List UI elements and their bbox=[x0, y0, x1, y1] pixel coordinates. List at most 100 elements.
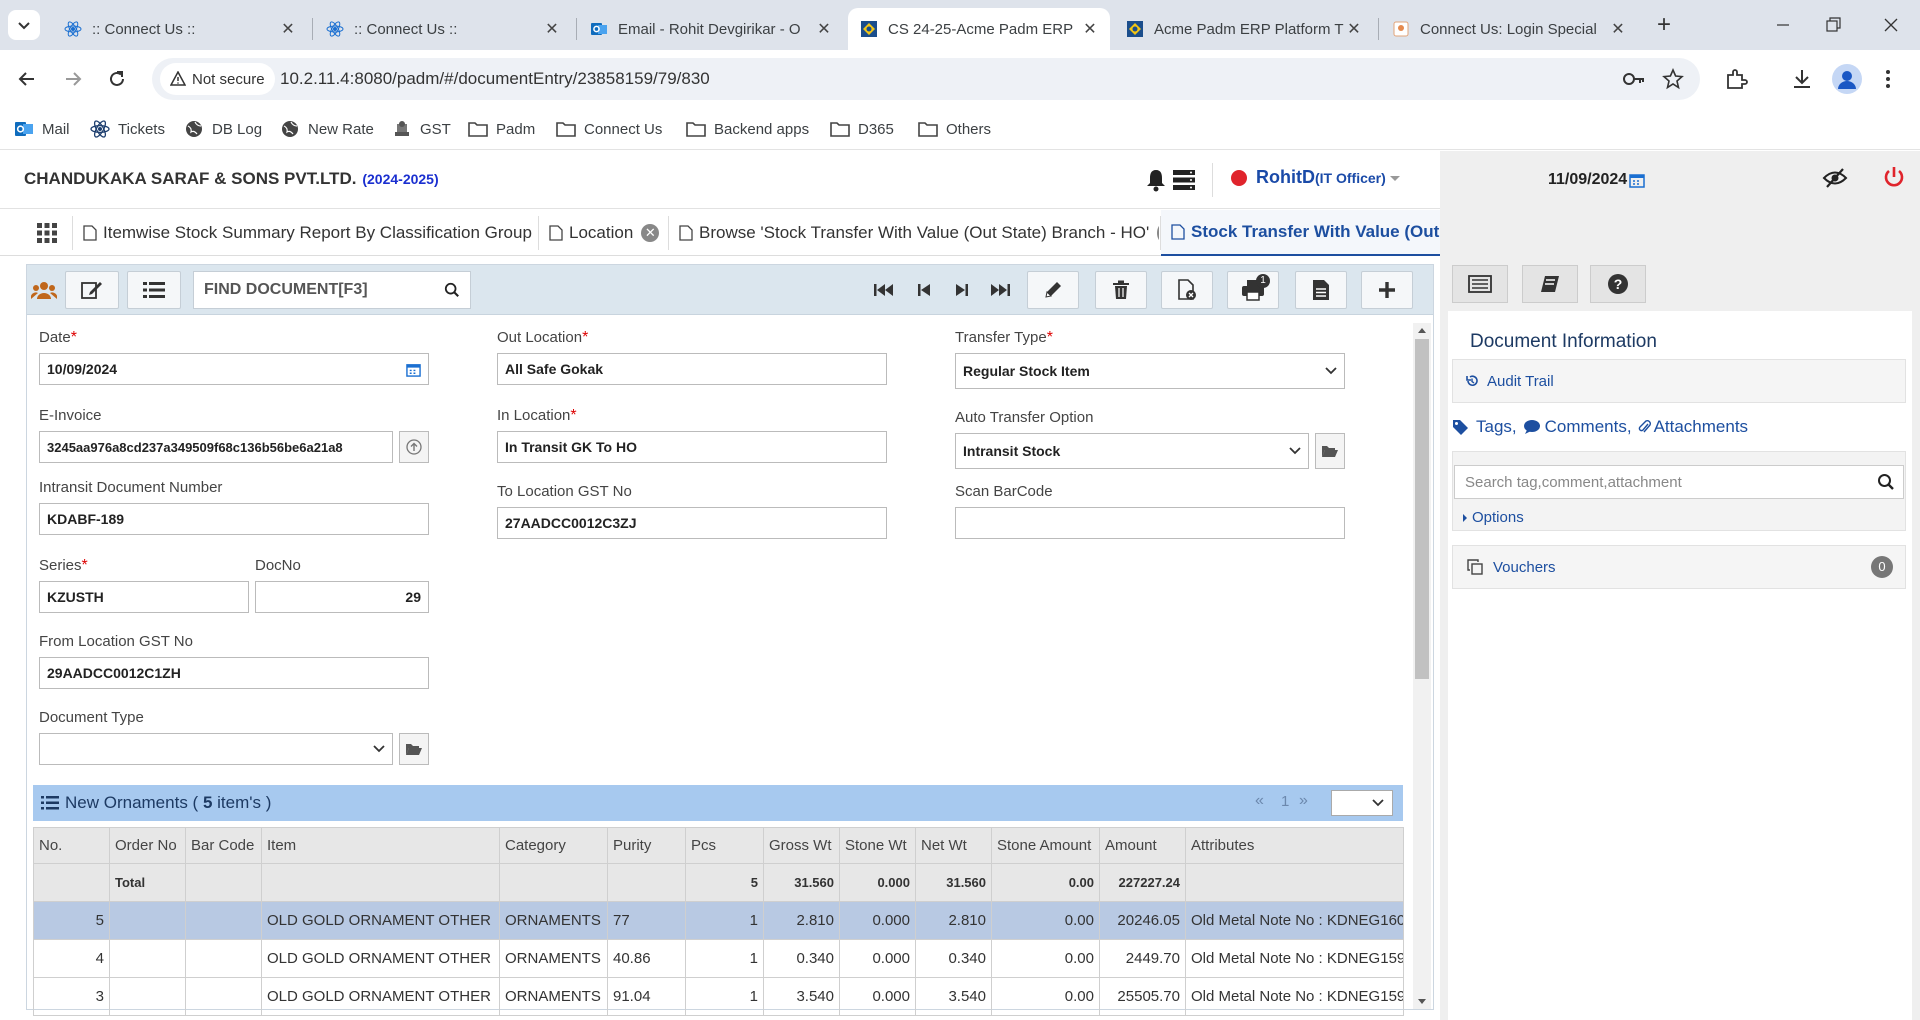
find-document-input[interactable]: FIND DOCUMENT[F3] bbox=[193, 271, 471, 309]
notifications-button[interactable] bbox=[1145, 168, 1167, 192]
table-row[interactable]: 5 OLD GOLD ORNAMENT OTHER ORNAMENTS 77 1… bbox=[33, 901, 1404, 940]
column-header[interactable]: Item bbox=[261, 827, 500, 864]
column-header[interactable]: Stone Amount bbox=[991, 827, 1100, 864]
close-doc-tab-icon[interactable]: ✕ bbox=[1157, 224, 1159, 242]
close-tab-icon[interactable]: ✕ bbox=[1346, 19, 1362, 39]
einvoice-input[interactable]: 3245aa976a8cd237a349509f68c136b56be6a21a… bbox=[39, 431, 393, 463]
edit-entry-button[interactable] bbox=[65, 271, 119, 309]
series-input[interactable]: KZUSTH bbox=[39, 581, 249, 613]
column-header[interactable]: Bar Code bbox=[185, 827, 262, 864]
close-tab-icon[interactable]: ✕ bbox=[1082, 19, 1098, 39]
pager-page-1[interactable]: 1 bbox=[1281, 793, 1289, 810]
minimize-button[interactable] bbox=[1768, 14, 1798, 36]
apps-grid-button[interactable] bbox=[36, 222, 58, 244]
column-header[interactable]: Net Wt bbox=[915, 827, 992, 864]
add-new-button[interactable] bbox=[1361, 271, 1413, 309]
column-header[interactable]: Attributes bbox=[1185, 827, 1404, 864]
bookmark-mail[interactable]: Mail bbox=[14, 117, 70, 141]
einvoice-upload-button[interactable] bbox=[399, 431, 429, 463]
bookmark-folder-d365[interactable]: D365 bbox=[830, 117, 894, 141]
doc-tab-itemwise-stock[interactable]: Itemwise Stock Summary Report By Classif… bbox=[73, 210, 537, 256]
panel-book-button[interactable] bbox=[1522, 265, 1578, 303]
header-date[interactable]: 11/09/2024 bbox=[1548, 171, 1645, 189]
previous-record-button[interactable] bbox=[909, 275, 939, 305]
auto-transfer-browse-button[interactable] bbox=[1315, 433, 1345, 469]
browser-tab-5[interactable]: Acme Padm ERP Platform T ✕ bbox=[1114, 8, 1374, 50]
report-button[interactable] bbox=[1295, 271, 1347, 309]
close-tab-icon[interactable]: ✕ bbox=[544, 19, 560, 39]
audit-trail-row[interactable]: Audit Trail bbox=[1452, 359, 1906, 403]
scan-barcode-input[interactable] bbox=[955, 507, 1345, 539]
doc-tab-location[interactable]: Location ✕ bbox=[539, 210, 667, 256]
toggle-visibility-button[interactable] bbox=[1822, 167, 1848, 189]
omnibox[interactable]: Not secure 10.2.11.4:8080/padm/#/documen… bbox=[152, 58, 1700, 100]
reload-button[interactable] bbox=[104, 66, 130, 92]
next-record-button[interactable] bbox=[947, 275, 977, 305]
url-text[interactable]: 10.2.11.4:8080/padm/#/documentEntry/2385… bbox=[280, 69, 710, 89]
browser-tab-6[interactable]: Connect Us: Login Special ✕ bbox=[1380, 8, 1638, 50]
scroll-up-icon[interactable] bbox=[1413, 323, 1431, 337]
logout-button[interactable] bbox=[1882, 165, 1906, 189]
to-gst-input[interactable]: 27AADCC0012C3ZJ bbox=[497, 507, 887, 539]
attachments-link[interactable]: Attachments bbox=[1654, 417, 1749, 437]
profile-button[interactable] bbox=[1832, 64, 1862, 94]
extensions-button[interactable] bbox=[1724, 67, 1748, 91]
vouchers-row[interactable]: Vouchers 0 bbox=[1452, 545, 1906, 589]
panel-help-button[interactable]: ? bbox=[1590, 265, 1646, 303]
user-menu[interactable]: RohitD (IT Officer) bbox=[1230, 167, 1401, 188]
transfer-type-select[interactable]: Regular Stock Item bbox=[955, 353, 1345, 389]
bookmark-star-icon[interactable] bbox=[1662, 68, 1684, 90]
column-header[interactable]: No. bbox=[33, 827, 110, 864]
panel-list-button[interactable] bbox=[1452, 265, 1508, 303]
close-tab-icon[interactable]: ✕ bbox=[1610, 19, 1626, 39]
column-header[interactable]: Pcs bbox=[685, 827, 764, 864]
tab-search-button[interactable] bbox=[8, 10, 40, 40]
tags-link[interactable]: Tags, bbox=[1476, 417, 1517, 437]
column-header[interactable]: Purity bbox=[607, 827, 686, 864]
search-icon[interactable] bbox=[444, 282, 460, 298]
options-toggle[interactable]: Options bbox=[1462, 509, 1524, 526]
scrollbar-thumb[interactable] bbox=[1415, 339, 1429, 679]
intransit-doc-input[interactable]: KDABF-189 bbox=[39, 503, 429, 535]
delete-button[interactable] bbox=[1095, 271, 1147, 309]
users-button[interactable] bbox=[27, 271, 61, 309]
close-window-button[interactable] bbox=[1876, 14, 1906, 36]
browser-menu-button[interactable] bbox=[1884, 67, 1892, 91]
page-size-select[interactable] bbox=[1331, 790, 1393, 816]
column-header[interactable]: Order No bbox=[109, 827, 186, 864]
column-header[interactable]: Amount bbox=[1099, 827, 1186, 864]
close-tab-icon[interactable]: ✕ bbox=[280, 19, 296, 39]
browser-tab-1[interactable]: :: Connect Us :: ✕ bbox=[52, 8, 308, 50]
bookmark-folder-backend-apps[interactable]: Backend apps bbox=[686, 117, 809, 141]
column-header[interactable]: Gross Wt bbox=[763, 827, 840, 864]
last-record-button[interactable] bbox=[985, 275, 1015, 305]
table-row[interactable]: 4 OLD GOLD ORNAMENT OTHER ORNAMENTS 40.8… bbox=[33, 939, 1404, 978]
password-key-icon[interactable] bbox=[1622, 69, 1646, 89]
comments-link[interactable]: Comments, bbox=[1545, 417, 1632, 437]
calendar-icon[interactable] bbox=[406, 362, 421, 377]
audit-trail-link[interactable]: Audit Trail bbox=[1487, 373, 1554, 390]
docno-input[interactable]: 29 bbox=[255, 581, 429, 613]
downloads-button[interactable] bbox=[1790, 67, 1814, 91]
list-view-button[interactable] bbox=[127, 271, 181, 309]
print-button[interactable]: 1 bbox=[1227, 271, 1279, 309]
column-header[interactable]: Stone Wt bbox=[839, 827, 916, 864]
auto-transfer-select[interactable]: Intransit Stock bbox=[955, 433, 1309, 469]
form-scrollbar[interactable] bbox=[1413, 323, 1431, 1009]
bookmark-gst[interactable]: GST bbox=[392, 117, 451, 141]
table-row[interactable]: 3 OLD GOLD ORNAMENT OTHER ORNAMENTS 91.0… bbox=[33, 977, 1404, 1016]
column-header[interactable]: Category bbox=[499, 827, 608, 864]
server-status-button[interactable] bbox=[1172, 169, 1196, 191]
scroll-down-icon[interactable] bbox=[1413, 995, 1431, 1009]
bookmark-folder-others[interactable]: Others bbox=[918, 117, 991, 141]
cancel-document-button[interactable] bbox=[1161, 271, 1213, 309]
bookmark-folder-connect-us[interactable]: Connect Us bbox=[556, 117, 662, 141]
browser-tab-4[interactable]: CS 24-25-Acme Padm ERP ✕ bbox=[848, 8, 1110, 50]
close-tab-icon[interactable]: ✕ bbox=[816, 19, 832, 39]
doc-tab-stock-transfer-active[interactable]: Stock Transfer With Value (Out State) Br… bbox=[1161, 210, 1440, 256]
new-tab-button[interactable]: + bbox=[1650, 12, 1678, 40]
from-gst-input[interactable]: 29AADCC0012C1ZH bbox=[39, 657, 429, 689]
close-doc-tab-icon[interactable]: ✕ bbox=[641, 224, 660, 242]
bookmark-tickets[interactable]: Tickets bbox=[90, 117, 165, 141]
modify-button[interactable] bbox=[1027, 271, 1079, 309]
